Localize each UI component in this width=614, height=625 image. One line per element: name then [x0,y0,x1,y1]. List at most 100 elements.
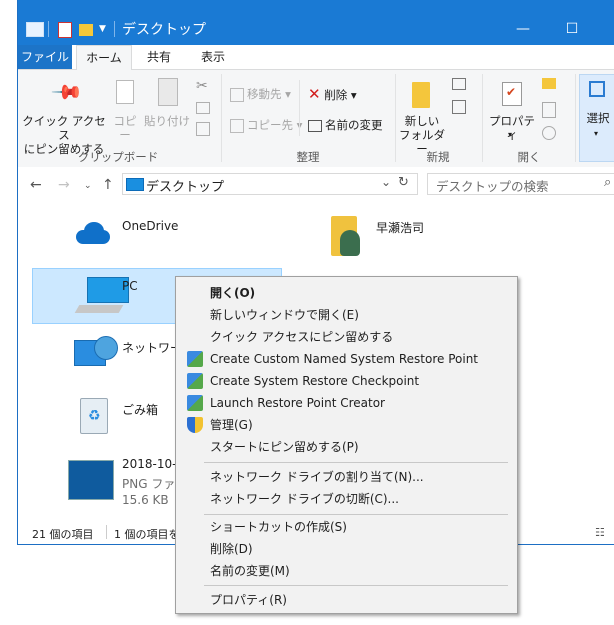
item-count: 21 個の項目 [32,528,94,541]
menu-item-launch-restore-creator[interactable]: Launch Restore Point Creator [176,392,517,414]
tab-share[interactable]: 共有 [132,45,186,69]
menu-item-properties[interactable]: プロパティ(R) [176,589,517,611]
copy-label: コピー [113,114,137,142]
qat-dropdown-icon[interactable]: ▼ [99,24,106,34]
rename-label: 名前の変更 [325,118,383,132]
copy-to-label: コピー先 [247,118,293,132]
recent-locations-button[interactable]: ⌄ [84,181,92,191]
edit-icon[interactable] [542,102,556,118]
cut-icon[interactable]: ✂ [196,78,208,94]
title-bar[interactable]: ▼ デスクトップ — ☐ [18,0,614,45]
recycle-symbol-icon: ♻ [88,408,101,424]
menu-item-label: Create System Restore Checkpoint [210,374,420,388]
properties-button[interactable]: ✔ プロパティ ▾ [484,74,540,146]
search-icon: ⌕ [604,175,612,190]
file-size-label: 15.6 KB [122,493,169,507]
delete-button[interactable]: ✕ 削除 ▾ [308,85,357,103]
address-dropdown-icon[interactable]: ⌄ [381,175,391,189]
up-button[interactable]: ↑ [102,177,114,193]
desktop-icon [126,178,144,191]
menu-item-label: 新しいウィンドウで開く(E) [210,308,359,322]
uac-shield-icon [187,417,203,433]
group-label-open: 開く [517,150,541,164]
ribbon-tab-bar: ファイル ホーム 共有 表示 [18,45,614,70]
group-separator [575,74,576,162]
paste-icon [158,78,178,106]
menu-item-open-new-window[interactable]: 新しいウィンドウで開く(E) [176,304,517,326]
pc-label: PC [122,279,138,293]
menu-item-manage[interactable]: 管理(G) [176,414,517,436]
menu-item-label: プロパティ(R) [210,593,287,607]
user-folder-label[interactable]: 早瀬浩司 [376,219,424,236]
pin-quick-access-button[interactable]: 📌 クイック アクセス にピン留めする [22,74,106,156]
group-label-new: 新規 [426,150,450,164]
file-name-label[interactable]: 2018-10- [122,457,176,471]
tab-file[interactable]: ファイル [18,45,72,69]
select-button[interactable]: 選択 ▾ [579,74,614,162]
paste-label: 貼り付け [144,114,190,128]
user-avatar-icon [340,230,360,256]
new-folder-button[interactable]: 新しい フォルダー [398,74,446,156]
details-view-icon[interactable]: ☷ [595,526,605,539]
tab-view[interactable]: 表示 [186,45,240,69]
png-thumbnail-icon[interactable] [68,460,114,500]
menu-item-label: クイック アクセスにピン留めする [210,330,394,344]
menu-item-create-restore[interactable]: Create System Restore Checkpoint [176,370,517,392]
recycle-bin-label[interactable]: ごみ箱 [122,401,158,418]
qat-divider [48,21,49,37]
open-icon[interactable] [542,78,556,89]
back-button[interactable]: ← [30,177,42,193]
menu-item-pin-quick-access[interactable]: クイック アクセスにピン留めする [176,326,517,348]
menu-item-delete[interactable]: 削除(D) [176,538,517,560]
refresh-icon[interactable]: ↻ [398,175,409,190]
new-item-icon[interactable] [452,78,466,90]
paste-button[interactable]: 貼り付け [144,74,190,134]
menu-item-label: 削除(D) [210,542,253,556]
properties-qat-icon[interactable] [58,22,72,38]
menu-item-map-drive[interactable]: ネットワーク ドライブの割り当て(N)... [176,466,517,488]
ribbon: 📌 クイック アクセス にピン留めする コピー 貼り付け ✂ クリップボード 移… [18,70,614,168]
new-folder-qat-icon[interactable] [79,24,93,36]
forward-button[interactable]: → [58,177,70,193]
onedrive-icon[interactable] [72,222,112,246]
menu-item-rename[interactable]: 名前の変更(M) [176,560,517,582]
menu-separator [204,514,508,515]
menu-item-open[interactable]: 開く(O) [176,282,517,304]
menu-item-label: 管理(G) [210,418,253,432]
group-separator [482,74,483,162]
navigation-bar: ← → ⌄ ↑ デスクトップ ⌄ ↻ デスクトップの検索 ⌕ [18,167,614,203]
selected-count: 1 個の項目を [114,528,180,541]
minimize-button[interactable]: — [500,14,546,44]
menu-item-pin-start[interactable]: スタートにピン留めする(P) [176,436,517,458]
file-type-label: PNG ファ [122,477,176,491]
select-dropdown-icon: ▾ [594,129,599,138]
tab-home[interactable]: ホーム [76,45,132,70]
paste-shortcut-icon[interactable] [196,122,210,136]
menu-item-disconnect-drive[interactable]: ネットワーク ドライブの切断(C)... [176,488,517,510]
address-bar[interactable]: デスクトップ ⌄ ↻ [122,173,418,195]
history-icon[interactable] [542,126,556,140]
status-divider [106,525,107,539]
group-separator [395,74,396,162]
search-placeholder: デスクトップの検索 [436,179,549,194]
copy-button[interactable]: コピー [108,74,142,142]
menu-item-create-shortcut[interactable]: ショートカットの作成(S) [176,516,517,538]
copy-path-icon[interactable] [196,102,210,114]
rename-button[interactable]: 名前の変更 [308,116,383,134]
move-to-label: 移動先 [247,87,282,101]
search-box[interactable]: デスクトップの検索 ⌕ [427,173,614,195]
move-to-icon [230,87,244,102]
menu-item-create-named-restore[interactable]: Create Custom Named System Restore Point [176,348,517,370]
easy-access-icon[interactable] [452,100,466,114]
copy-to-button[interactable]: コピー先 ▾ [230,116,302,134]
restore-point-icon [187,373,203,389]
onedrive-label[interactable]: OneDrive [122,219,178,233]
move-to-button[interactable]: 移動先 ▾ [230,85,291,103]
menu-item-label: 名前の変更(M) [210,564,290,578]
maximize-button[interactable]: ☐ [549,14,595,44]
keyboard-icon [74,305,124,313]
network-label[interactable]: ネットワー [122,339,182,356]
menu-item-label: 開く(O) [210,286,256,300]
menu-item-label: ネットワーク ドライブの切断(C)... [210,492,400,506]
checkmark-icon: ✔ [506,85,517,99]
